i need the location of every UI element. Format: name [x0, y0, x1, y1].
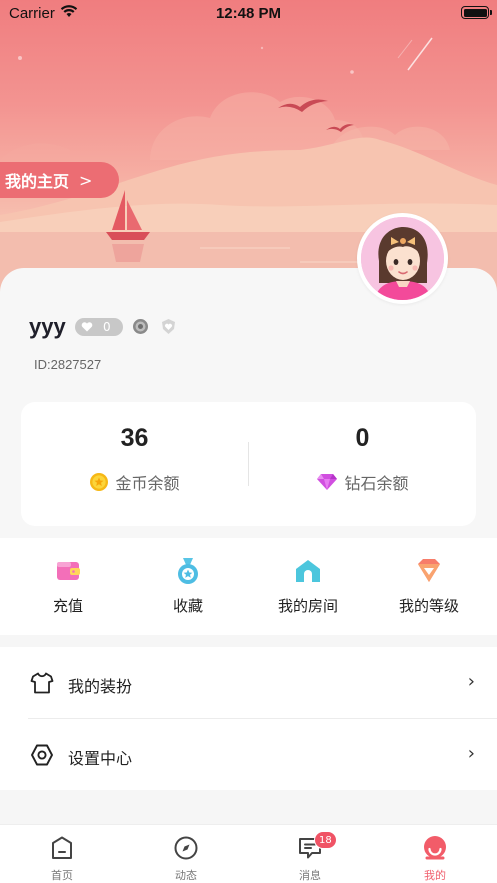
- balance-card: 36 金币余额 0 钻石余额: [21, 402, 476, 526]
- diamond-amount: 0: [355, 424, 370, 452]
- battery-icon: [461, 6, 492, 19]
- username: yyy: [29, 314, 66, 339]
- tab-bar: 首页 动态 18 消息 我的: [0, 824, 497, 883]
- menu-item-settings[interactable]: 设置中心 ›: [0, 719, 497, 790]
- diamond-icon: [317, 474, 338, 490]
- heart-level-icon: [81, 322, 93, 332]
- tab-home[interactable]: 首页: [0, 825, 124, 883]
- menu-item-outfit[interactable]: 我的装扮 ›: [0, 647, 497, 718]
- settings-menu: 我的装扮 › 设置中心 ›: [0, 647, 497, 790]
- tab-feed-label: 动态: [175, 869, 197, 882]
- my-level-button[interactable]: 我的等级: [367, 538, 491, 635]
- menu-item-settings-label: 设置中心: [68, 749, 133, 768]
- tab-profile[interactable]: 我的: [373, 825, 497, 883]
- tab-home-label: 首页: [51, 869, 73, 882]
- tab-profile-label: 我的: [424, 869, 446, 882]
- avatar-illustration: [361, 217, 444, 300]
- gold-amount: 36: [120, 424, 149, 452]
- gold-label: 金币余额: [115, 474, 180, 493]
- my-homepage-label: 我的主页: [5, 172, 70, 191]
- chevron-right-icon: >: [79, 170, 93, 190]
- unread-count-badge: 18: [314, 831, 337, 849]
- favorites-label: 收藏: [172, 597, 203, 615]
- wallet-icon: [57, 562, 80, 580]
- shield-heart-icon: [162, 319, 175, 334]
- chevron-right-icon: ›: [467, 671, 475, 692]
- quick-actions-grid: 充值 收藏 我的房间 我的等级: [0, 538, 497, 635]
- my-level-label: 我的等级: [398, 597, 459, 615]
- my-homepage-button[interactable]: 我的主页 >: [0, 162, 119, 198]
- level-value: 0: [103, 320, 111, 334]
- avatar[interactable]: [357, 213, 448, 304]
- favorites-button[interactable]: 收藏: [126, 538, 250, 635]
- settings-icon: [31, 744, 53, 766]
- profile-tab-icon: [424, 836, 446, 860]
- diamond-label: 钻石余额: [344, 474, 409, 493]
- tshirt-icon: [30, 672, 54, 694]
- home-tab-icon: [52, 836, 72, 859]
- compass-icon: [174, 836, 198, 860]
- clock: 12:48 PM: [215, 5, 282, 22]
- tab-messages[interactable]: 18 消息: [248, 825, 372, 883]
- vip-medal-icon: [133, 319, 148, 334]
- tab-feed[interactable]: 动态: [124, 825, 248, 883]
- house-icon: [296, 560, 320, 582]
- level-badge: 0: [75, 318, 123, 336]
- recharge-label: 充值: [52, 597, 83, 615]
- gold-balance[interactable]: 36 金币余额: [21, 402, 248, 526]
- my-room-label: 我的房间: [277, 597, 338, 615]
- gold-coin-icon: [90, 473, 109, 491]
- tab-messages-label: 消息: [299, 869, 321, 882]
- recharge-button[interactable]: 充值: [6, 538, 130, 635]
- diamond-balance[interactable]: 0 钻石余额: [249, 402, 476, 526]
- my-room-button[interactable]: 我的房间: [246, 538, 370, 635]
- medal-icon: [178, 558, 198, 584]
- menu-item-outfit-label: 我的装扮: [68, 677, 133, 696]
- user-id: ID:2827527: [34, 357, 102, 372]
- rank-badge-icon: [418, 559, 440, 582]
- status-bar: Carrier 12:48 PM: [0, 0, 497, 26]
- chevron-right-icon: ›: [467, 743, 475, 764]
